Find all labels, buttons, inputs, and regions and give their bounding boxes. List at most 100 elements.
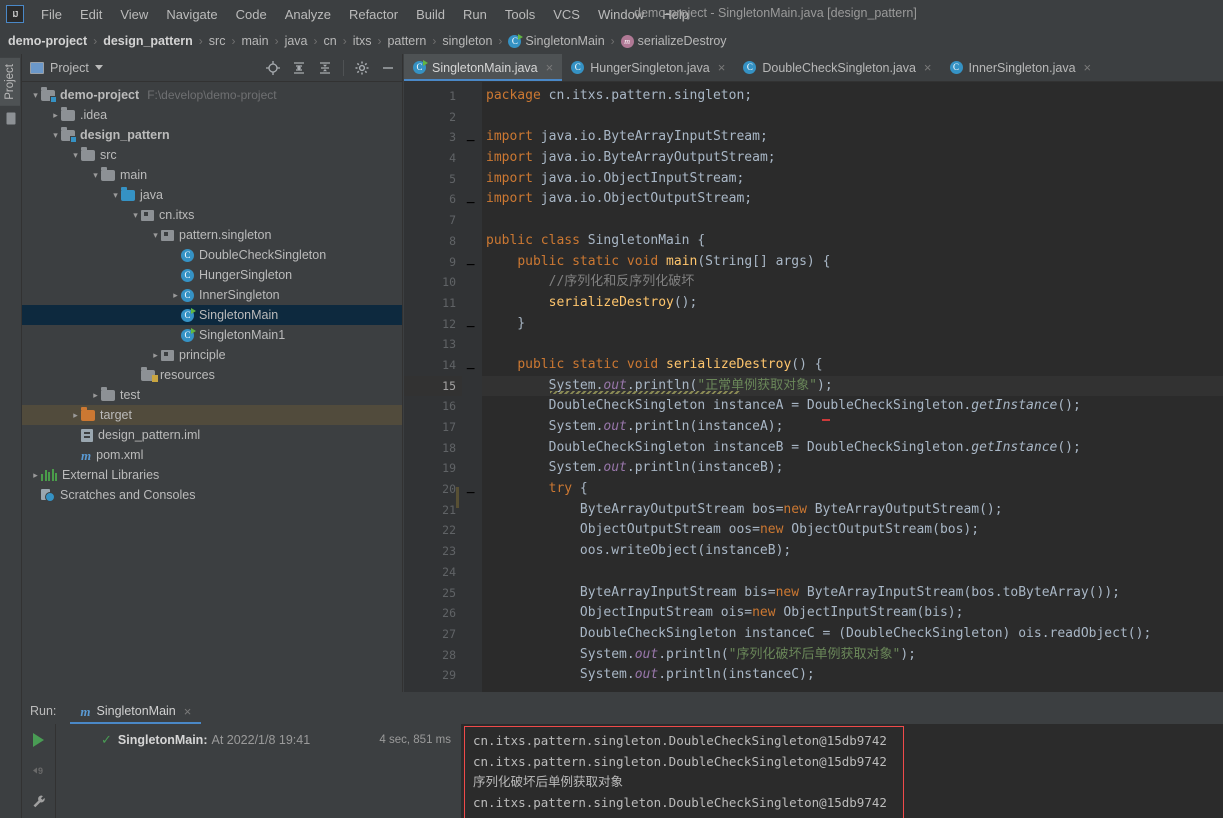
tree-node-test[interactable]: ▸ test — [22, 385, 402, 405]
code-line[interactable]: ObjectInputStream ois=new ObjectInputStr… — [482, 603, 1223, 624]
chevron-right-icon[interactable]: ▸ — [30, 470, 41, 481]
chevron-down-icon[interactable]: ▾ — [30, 90, 41, 101]
line-number[interactable]: 19 — [404, 458, 462, 479]
menu-item-vcs[interactable]: VCS — [544, 4, 589, 25]
line-number[interactable]: 3 — [404, 127, 462, 148]
code-folding-gutter[interactable]: − − − − − − — [462, 82, 482, 692]
breadcrumb-item-java[interactable]: java — [285, 34, 308, 48]
breadcrumb-item-src[interactable]: src — [209, 34, 226, 48]
fold-marker-icon[interactable]: − — [466, 361, 475, 379]
line-number[interactable]: 25 — [404, 583, 462, 604]
close-icon[interactable]: × — [1084, 60, 1092, 75]
line-number[interactable]: 10 — [404, 272, 462, 293]
code-line[interactable]: System.out.println("序列化破坏后单例获取对象"); — [482, 645, 1223, 666]
gear-icon[interactable] — [354, 60, 370, 76]
code-line[interactable]: System.out.println(instanceA); — [482, 417, 1223, 438]
source-code[interactable]: package cn.itxs.pattern.singleton; impor… — [482, 82, 1223, 692]
code-line[interactable]: ByteArrayOutputStream bos=new ByteArrayO… — [482, 500, 1223, 521]
menu-item-analyze[interactable]: Analyze — [276, 4, 340, 25]
line-number[interactable]: 4 — [404, 148, 462, 169]
breadcrumb-item-main[interactable]: main — [241, 34, 268, 48]
code-line[interactable]: public class SingletonMain { — [482, 231, 1223, 252]
fold-marker-icon[interactable]: − — [466, 257, 475, 275]
line-number[interactable]: 12 — [404, 314, 462, 335]
code-line[interactable]: DoubleCheckSingleton instanceA = DoubleC… — [482, 396, 1223, 421]
rerun-failed-icon[interactable]: 9 — [31, 763, 46, 778]
line-number[interactable]: 28 — [404, 645, 462, 666]
code-line[interactable]: public static void serializeDestroy() { — [482, 355, 1223, 376]
breadcrumb-item-cn[interactable]: cn — [324, 34, 337, 48]
code-line[interactable]: DoubleCheckSingleton instanceB = DoubleC… — [482, 438, 1223, 459]
menu-item-file[interactable]: File — [32, 4, 71, 25]
close-icon[interactable]: × — [546, 60, 554, 75]
line-number[interactable]: 22 — [404, 520, 462, 541]
line-number[interactable]: 20 — [404, 479, 462, 500]
tree-node-pattern.singleton[interactable]: ▾ pattern.singleton — [22, 225, 402, 245]
line-number[interactable]: 5 — [404, 169, 462, 190]
line-number[interactable]: 17 — [404, 417, 462, 438]
chevron-right-icon[interactable]: ▸ — [150, 350, 161, 361]
breadcrumb-item-SingletonMain[interactable]: C SingletonMain — [508, 33, 605, 48]
chevron-right-icon[interactable]: ▸ — [50, 110, 61, 121]
line-number[interactable]: 7 — [404, 210, 462, 231]
code-line[interactable] — [482, 562, 1223, 583]
chevron-down-icon[interactable]: ▾ — [70, 150, 81, 161]
tree-node-src[interactable]: ▾ src — [22, 145, 402, 165]
code-line[interactable] — [482, 107, 1223, 128]
editor-tab-InnerSingleton-java[interactable]: C InnerSingleton.java × — [941, 54, 1101, 81]
menu-item-build[interactable]: Build — [407, 4, 454, 25]
line-number[interactable]: 24 — [404, 562, 462, 583]
tree-node-DoubleCheckSingleton[interactable]: C DoubleCheckSingleton — [22, 245, 402, 265]
chevron-down-icon[interactable]: ▾ — [150, 230, 161, 241]
line-number[interactable]: 29 — [404, 665, 462, 686]
run-result-tree[interactable]: ✓ SingletonMain: At 2022/1/8 19:41 4 sec… — [56, 724, 461, 818]
breadcrumb-item-design_pattern[interactable]: design_pattern — [103, 34, 193, 48]
tree-node-main[interactable]: ▾ main — [22, 165, 402, 185]
line-number[interactable]: 6 — [404, 189, 462, 210]
tree-node-pom.xml[interactable]: m pom.xml — [22, 445, 402, 465]
code-line[interactable]: oos.writeObject(instanceB); — [482, 541, 1223, 562]
line-number-gutter[interactable]: 1 2 3 4 5 6 7 8 9 10 11 12 13 14 15 16 17 18 19 20 21 22 23 24 2… — [404, 82, 480, 692]
tree-node-resources[interactable]: resources — [22, 365, 402, 385]
run-tab-singletonmain[interactable]: m SingletonMain × — [70, 698, 202, 724]
fold-marker-icon[interactable]: − — [466, 133, 475, 151]
code-line[interactable]: import java.io.ObjectInputStream; — [482, 169, 1223, 190]
line-number[interactable]: 16 — [404, 396, 462, 417]
collapse-all-icon[interactable] — [317, 60, 333, 76]
chevron-down-icon[interactable]: ▾ — [130, 210, 141, 221]
menu-item-edit[interactable]: Edit — [71, 4, 111, 25]
expand-all-icon[interactable] — [291, 60, 307, 76]
code-line[interactable]: //序列化和反序列化破坏 — [482, 272, 1223, 293]
menu-item-view[interactable]: View — [111, 4, 157, 25]
tree-node-Scratches-and-Consoles[interactable]: Scratches and Consoles — [22, 485, 402, 505]
close-icon[interactable]: × — [718, 60, 726, 75]
line-number[interactable]: 8 — [404, 231, 480, 252]
chevron-right-icon[interactable]: ▸ — [170, 290, 181, 301]
fold-marker-icon[interactable]: − — [466, 319, 475, 337]
editor-tab-HungerSingleton-java[interactable]: C HungerSingleton.java × — [562, 54, 734, 81]
close-icon[interactable]: × — [924, 60, 932, 75]
menu-item-code[interactable]: Code — [227, 4, 276, 25]
line-number[interactable]: 21 — [404, 500, 462, 521]
tree-node-.idea[interactable]: ▸ .idea — [22, 105, 402, 125]
tree-node-demo-project[interactable]: ▾ demo-project F:\develop\demo-project — [22, 85, 402, 105]
code-line[interactable] — [482, 210, 1223, 231]
code-line[interactable]: import java.io.ByteArrayInputStream; — [482, 127, 1223, 148]
line-number[interactable]: 9 — [404, 252, 480, 273]
line-number[interactable]: 11 — [404, 293, 462, 314]
breadcrumb-item-demo-project[interactable]: demo-project — [8, 34, 87, 48]
chevron-down-icon[interactable] — [94, 65, 103, 70]
chevron-down-icon[interactable]: ▾ — [110, 190, 121, 201]
code-line[interactable]: System.out.println(instanceC); — [482, 665, 1223, 686]
project-panel-title-button[interactable]: Project — [30, 61, 103, 75]
tree-node-target[interactable]: ▸ target — [22, 405, 402, 425]
editor-tab-DoubleCheckSingleton-java[interactable]: C DoubleCheckSingleton.java × — [734, 54, 940, 81]
rerun-icon[interactable] — [33, 733, 44, 747]
sidebar-tab-project[interactable]: Project — [0, 58, 20, 106]
tree-node-InnerSingleton[interactable]: ▸ C InnerSingleton — [22, 285, 402, 305]
menu-item-navigate[interactable]: Navigate — [157, 4, 226, 25]
editor-tab-SingletonMain-java[interactable]: C SingletonMain.java × — [404, 54, 563, 81]
run-result-row[interactable]: ✓ SingletonMain: At 2022/1/8 19:41 4 sec… — [56, 731, 461, 749]
tree-node-design_pattern[interactable]: ▾ design_pattern — [22, 125, 402, 145]
code-line[interactable]: public static void main(String[] args) { — [482, 252, 1223, 273]
